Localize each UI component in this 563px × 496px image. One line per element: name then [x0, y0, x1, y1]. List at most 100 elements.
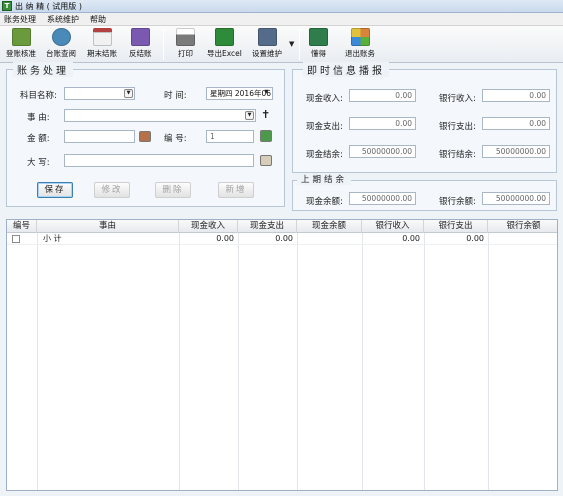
- chevron-down-icon: ▼: [264, 89, 269, 95]
- prior-balance-title: 上期结余: [297, 173, 352, 185]
- print-button[interactable]: 打印: [176, 28, 195, 59]
- bookmark-icon: [309, 28, 328, 46]
- account-select[interactable]: ▼: [64, 87, 135, 100]
- reverse-close-label: 反结账: [129, 49, 152, 58]
- grid-line: [179, 233, 180, 490]
- bank-out-label: 银行支出:: [439, 122, 476, 132]
- info-panel-title: 即时信息播报: [303, 62, 389, 77]
- ledger-query-button[interactable]: 台账查阅: [46, 28, 76, 59]
- table-header: 编号 事由 现金收入 现金支出 现金余额 银行收入 银行支出 银行余额: [7, 220, 557, 233]
- capital-label: 大 写:: [27, 158, 50, 168]
- export-excel-button[interactable]: 导出Excel: [207, 28, 242, 59]
- grid-line: [37, 233, 38, 490]
- col-bank-in[interactable]: 银行收入: [362, 220, 424, 233]
- add-button[interactable]: 新增: [218, 182, 254, 198]
- ledger-query-label: 台账查阅: [46, 49, 76, 58]
- subtotal-cash-in: 0.00: [216, 234, 234, 243]
- subtotal-cash-out: 0.00: [275, 234, 293, 243]
- windows-flag-icon: [350, 28, 370, 46]
- capital-amount-field[interactable]: [64, 154, 254, 167]
- prior-cash-label: 现金余额:: [306, 197, 343, 207]
- toolbar: 登账核准 台账查阅 期末结账 反结账 打印 导出Excel 设置维护 ▼ 懂得 …: [0, 26, 563, 63]
- checklist-icon: [92, 28, 112, 46]
- row-checkbox[interactable]: [12, 235, 20, 243]
- col-cash-balance[interactable]: 现金余额: [297, 220, 362, 233]
- menu-accounting[interactable]: 账务处理: [4, 14, 36, 25]
- stamp-icon: [11, 28, 31, 46]
- grid-line: [488, 233, 489, 490]
- bank-in-value: 0.00: [482, 89, 550, 102]
- prior-bank-value: 50000000.00: [482, 192, 550, 205]
- exit-label: 退出账务: [345, 49, 375, 58]
- bank-balance-label: 银行结余:: [439, 150, 476, 160]
- cash-in-value: 0.00: [349, 89, 416, 102]
- col-matter[interactable]: 事由: [37, 220, 179, 233]
- grid-line: [424, 233, 425, 490]
- col-bank-balance[interactable]: 银行余额: [488, 220, 557, 233]
- subtotal-label: 小 计: [43, 234, 62, 243]
- number-input[interactable]: 1: [206, 130, 254, 143]
- subtotal-bank-out: 0.00: [466, 234, 484, 243]
- col-cash-out[interactable]: 现金支出: [238, 220, 297, 233]
- matter-label: 事 由:: [27, 113, 50, 123]
- col-cash-in[interactable]: 现金收入: [179, 220, 238, 233]
- prior-bank-label: 银行余额:: [439, 197, 476, 207]
- pin-icon[interactable]: ✝: [261, 108, 270, 121]
- save-button[interactable]: 保存: [37, 182, 73, 198]
- calculator-icon[interactable]: [139, 131, 151, 142]
- cash-in-label: 现金收入:: [306, 94, 343, 104]
- understand-button[interactable]: 懂得: [309, 28, 328, 59]
- ledger-table[interactable]: 编号 事由 现金收入 现金支出 现金余额 银行收入 银行支出 银行余额 小 计 …: [6, 219, 558, 491]
- menu-bar: 账务处理 系统维护 帮助: [0, 13, 563, 26]
- account-label: 科目名称:: [20, 91, 57, 101]
- excel-export-icon: [214, 28, 234, 46]
- subtotal-bank-in: 0.00: [402, 234, 420, 243]
- table-row[interactable]: 小 计 0.00 0.00 0.00 0.00: [7, 233, 557, 245]
- settings-icon: [257, 28, 277, 46]
- refresh-number-icon[interactable]: [260, 130, 272, 142]
- chevron-down-icon: ▼: [124, 89, 133, 98]
- grid-line: [362, 233, 363, 490]
- magnifier-icon: [51, 28, 71, 46]
- settings-dropdown-caret-icon[interactable]: ▼: [289, 40, 294, 48]
- toolbar-separator: [299, 29, 300, 60]
- bank-out-value: 0.00: [482, 117, 550, 130]
- cash-out-value: 0.00: [349, 117, 416, 130]
- matter-combobox[interactable]: ▼: [64, 109, 256, 122]
- printer-icon: [176, 28, 195, 46]
- col-number[interactable]: 编号: [7, 220, 37, 233]
- exit-button[interactable]: 退出账务: [345, 28, 375, 59]
- title-bar: T 出 纳 精 ( 试用版 ): [0, 0, 563, 13]
- convert-icon[interactable]: [260, 155, 272, 166]
- export-excel-label: 导出Excel: [207, 49, 242, 58]
- edit-button[interactable]: 修改: [94, 182, 130, 198]
- window-title: 出 纳 精 ( 试用版 ): [15, 1, 82, 11]
- grid-line: [297, 233, 298, 490]
- number-label: 编 号:: [164, 134, 187, 144]
- period-close-button[interactable]: 期末结账: [87, 28, 117, 59]
- print-label: 打印: [178, 49, 193, 58]
- grid-line: [238, 233, 239, 490]
- menu-system[interactable]: 系统维护: [47, 14, 79, 25]
- settings-button[interactable]: 设置维护: [252, 28, 282, 59]
- date-picker[interactable]: 星期四 2016年06 ▼: [206, 87, 273, 100]
- notebook-icon: [130, 28, 150, 46]
- entry-panel-title: 账务处理: [13, 62, 73, 77]
- bank-in-label: 银行收入:: [439, 94, 476, 104]
- approve-button[interactable]: 登账核准: [6, 28, 36, 59]
- understand-label: 懂得: [311, 49, 326, 58]
- reverse-close-button[interactable]: 反结账: [129, 28, 152, 59]
- prior-cash-value: 50000000.00: [349, 192, 416, 205]
- cash-balance-label: 现金结余:: [306, 150, 343, 160]
- cash-out-label: 现金支出:: [306, 122, 343, 132]
- cash-balance-value: 50000000.00: [349, 145, 416, 158]
- chevron-down-icon: ▼: [245, 111, 254, 120]
- time-label: 时 间:: [164, 91, 187, 101]
- amount-input[interactable]: [64, 130, 135, 143]
- menu-help[interactable]: 帮助: [90, 14, 106, 25]
- delete-button[interactable]: 删除: [155, 182, 191, 198]
- col-bank-out[interactable]: 银行支出: [424, 220, 488, 233]
- settings-label: 设置维护: [252, 49, 282, 58]
- toolbar-separator: [163, 29, 164, 60]
- period-close-label: 期末结账: [87, 49, 117, 58]
